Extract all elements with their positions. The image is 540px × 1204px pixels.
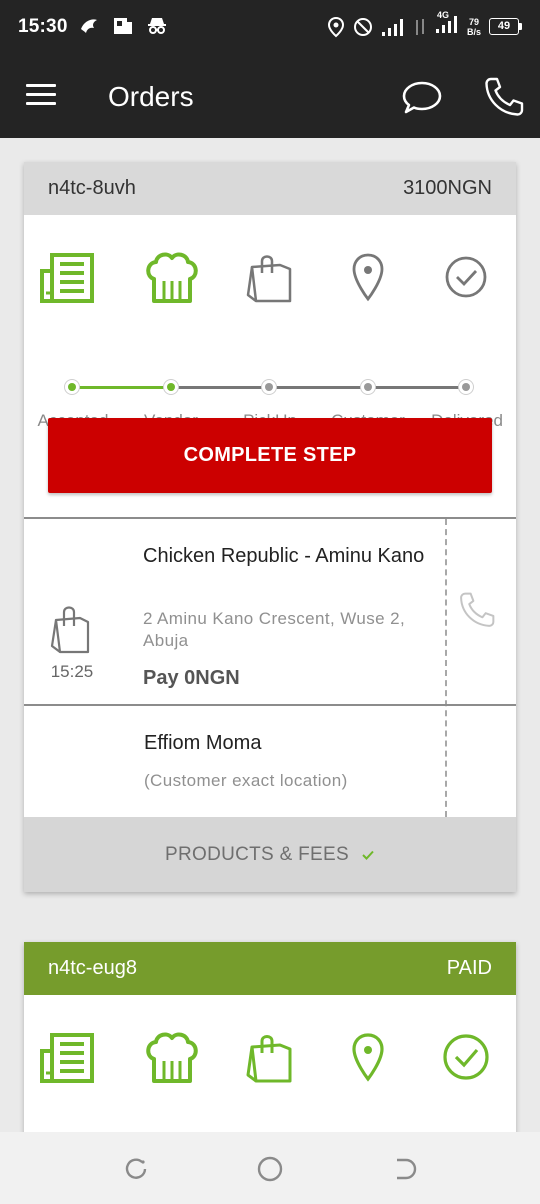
status-bar: 15:30 4G 79 B/s 49 xyxy=(0,0,540,56)
shopping-bag-icon xyxy=(50,606,90,654)
dashed-divider xyxy=(445,519,447,817)
shopping-bag-icon xyxy=(246,1035,292,1083)
page-title: Orders xyxy=(108,81,194,112)
step-dot-pickup xyxy=(261,379,277,395)
step-dot-customer xyxy=(360,379,376,395)
order-id: n4tc-8uvh xyxy=(48,177,136,199)
order-total: 3100NGN xyxy=(403,177,492,199)
order-progress: Accepted Vendor PickUp Customer Delivere… xyxy=(24,215,516,430)
vendor-pay: Pay 0NGN xyxy=(143,667,240,689)
system-nav-bar xyxy=(0,1132,540,1204)
vendor-address: 2 Aminu Kano Crescent, Wuse 2, Abuja xyxy=(143,609,406,650)
chat-icon[interactable] xyxy=(400,78,444,118)
step-dot-accepted xyxy=(64,379,80,395)
status-time: 15:30 xyxy=(18,16,68,37)
receipt-icon xyxy=(40,253,94,303)
do-not-disturb-icon xyxy=(353,17,372,36)
signal-icon xyxy=(381,18,403,36)
order-card[interactable]: n4tc-eug8 PAID xyxy=(24,942,516,1175)
data-speed-value: 79 xyxy=(468,16,479,27)
check-circle-icon xyxy=(443,1034,489,1080)
menu-icon[interactable] xyxy=(26,84,58,110)
data-speed: 79 B/s xyxy=(467,17,481,37)
phone-icon[interactable] xyxy=(482,75,526,119)
battery-level: 49 xyxy=(489,18,519,35)
data-speed-unit: B/s xyxy=(466,26,481,37)
shopping-bag-icon xyxy=(246,255,292,303)
vendor-time: 15:25 xyxy=(50,662,94,681)
divider xyxy=(24,517,516,519)
chef-hat-icon xyxy=(146,252,198,303)
recent-apps-icon[interactable] xyxy=(121,1154,151,1184)
incognito-icon xyxy=(148,18,166,34)
network-type: 4G xyxy=(436,10,449,20)
check-circle-icon xyxy=(445,256,487,298)
divider xyxy=(24,704,516,706)
complete-step-button[interactable]: COMPLETE STEP xyxy=(48,418,492,493)
location-pin-icon xyxy=(352,1033,384,1082)
data-activity-icon xyxy=(415,18,424,35)
order-header: n4tc-8uvh 3100NGN xyxy=(24,162,516,215)
receipt-icon xyxy=(40,1033,94,1083)
progress-line-done xyxy=(73,386,172,389)
products-fees-label: PRODUCTS & FEES xyxy=(165,843,349,865)
call-vendor-icon[interactable] xyxy=(457,590,497,630)
order-status-badge: PAID xyxy=(446,957,492,979)
products-fees-button[interactable]: PRODUCTS & FEES xyxy=(24,817,516,892)
check-icon xyxy=(362,850,374,860)
order-id: n4tc-eug8 xyxy=(48,957,137,979)
step-dot-vendor xyxy=(163,379,179,395)
order-card[interactable]: n4tc-8uvh 3100NGN COMPLETE STEP 15:25 Ch… xyxy=(24,162,516,892)
location-icon xyxy=(327,16,344,37)
customer-name: Effiom Moma xyxy=(144,732,262,754)
order-header: n4tc-eug8 PAID xyxy=(24,942,516,995)
step-dot-delivered xyxy=(458,379,474,395)
battery-indicator: 49 xyxy=(489,18,522,35)
app-notification-icon xyxy=(81,19,97,33)
chef-hat-icon xyxy=(146,1032,198,1083)
location-pin-icon xyxy=(352,253,384,302)
back-icon[interactable] xyxy=(389,1154,419,1184)
app-bar: Orders xyxy=(0,56,540,138)
home-icon[interactable] xyxy=(255,1154,285,1184)
customer-location[interactable]: (Customer exact location) xyxy=(144,771,348,791)
parking-app-icon xyxy=(114,18,132,34)
vendor-name: Chicken Republic - Aminu Kano xyxy=(143,545,425,567)
progress-line-pending xyxy=(172,386,467,389)
